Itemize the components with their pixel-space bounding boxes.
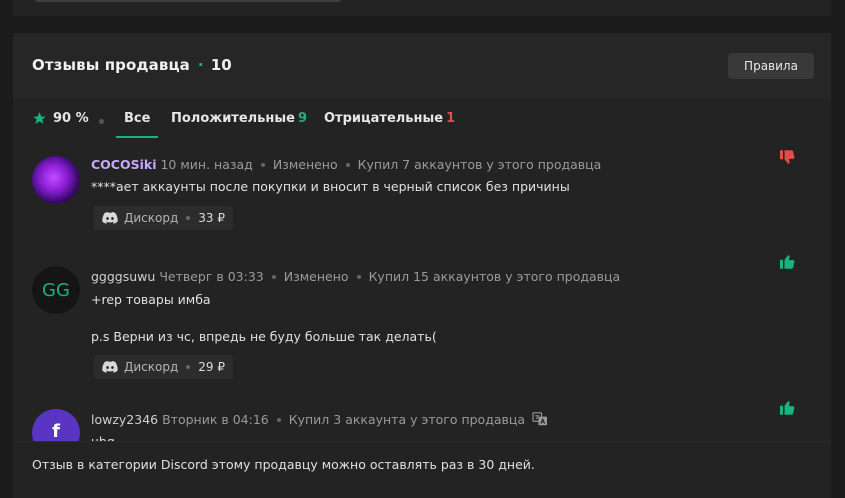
category-label: Дискорд: [124, 211, 179, 225]
review-limit-notice: Отзыв в категории Discord этому продавцу…: [13, 441, 831, 487]
review-purchase: Купил 15 аккаунтов у этого продавца: [368, 269, 621, 284]
tab-all-underline: [116, 136, 158, 138]
star-icon: [33, 112, 46, 124]
discord-icon: [102, 361, 118, 373]
meta-separator: [345, 162, 350, 167]
previous-section: [13, 0, 831, 16]
discord-icon: [102, 212, 118, 224]
tab-negative[interactable]: Отрицательные 1: [324, 111, 455, 126]
thumbs-down-icon: [780, 150, 795, 164]
reviews-title-text: Отзывы продавца: [32, 56, 190, 74]
category-price: 29 ₽: [198, 360, 225, 374]
review-time: Вторник в 04:16: [162, 412, 269, 427]
tab-positive[interactable]: Положительные 9: [171, 111, 307, 126]
review-username[interactable]: COCOSiki: [91, 157, 157, 172]
review-username[interactable]: lowzy2346: [91, 412, 158, 427]
avatar-letter: f: [52, 421, 60, 441]
notice-text: Отзыв в категории Discord этому продавцу…: [32, 457, 535, 472]
thumbs-up-icon: [780, 401, 795, 415]
reviews-header: Отзывы продавца · 10 Правила: [13, 33, 831, 99]
review-username[interactable]: ggggsuwu: [91, 269, 155, 284]
chip-separator: [186, 365, 191, 369]
reviews-list[interactable]: COCOSiki 10 мин. назад Изменено Купил 7 ак…: [13, 141, 831, 441]
meta-separator: [276, 417, 281, 422]
previous-section-bar: [35, 0, 341, 2]
meta-separator: [356, 274, 361, 279]
rating-separator: [99, 119, 104, 124]
tab-negative-label: Отрицательные: [324, 111, 444, 126]
tab-positive-count: 9: [297, 111, 308, 126]
category-price: 33 ₽: [198, 211, 225, 225]
review-time: Четверг в 03:33: [159, 269, 264, 284]
review-edited: Изменено: [283, 269, 349, 284]
avatar[interactable]: [32, 156, 80, 204]
meta-separator: [260, 162, 265, 167]
review-text: ubg: [91, 434, 115, 441]
review-text: p.s Верни из чс, впредь не буду больше т…: [91, 329, 437, 344]
reviews-title: Отзывы продавца · 10: [32, 56, 232, 74]
avatar[interactable]: GG: [32, 266, 80, 314]
review-meta: COCOSiki 10 мин. назад Изменено Купил 7 ак…: [91, 157, 601, 172]
review-time: 10 мин. назад: [160, 157, 253, 172]
review-text: +rep товары имба: [91, 292, 211, 307]
reviews-tabs: 90 % Все Положительные 9 Отрицательные 1: [13, 99, 831, 141]
category-label: Дискорд: [124, 360, 179, 374]
meta-separator: [271, 274, 276, 279]
seller-reviews-panel: Отзывы продавца · 10 Правила 90 % Все Поло…: [13, 33, 831, 498]
reviews-count: 10: [210, 56, 232, 74]
tab-all[interactable]: Все: [124, 111, 150, 126]
chip-separator: [186, 216, 191, 220]
rating-summary: 90 %: [32, 111, 89, 126]
translate-icon[interactable]: [532, 412, 548, 426]
review-edited: Изменено: [272, 157, 338, 172]
avatar[interactable]: f: [32, 409, 80, 441]
category-chip[interactable]: Дискорд 29 ₽: [94, 355, 233, 379]
tab-positive-label: Положительные: [171, 111, 295, 126]
rating-value: 90 %: [53, 111, 89, 126]
review-text: ****ает аккаунты после покупки и вносит …: [91, 179, 570, 194]
category-chip[interactable]: Дискорд 33 ₽: [94, 206, 233, 230]
review-purchase: Купил 7 аккаунтов у этого продавца: [357, 157, 602, 172]
rules-button[interactable]: Правила: [728, 53, 814, 79]
tab-negative-count: 1: [446, 111, 456, 126]
review-meta: lowzy2346 Вторник в 04:16 Купил 3 аккаунт…: [91, 412, 548, 427]
review-meta: ggggsuwu Четверг в 03:33 Изменено Купил 15…: [91, 269, 620, 284]
thumbs-up-icon: [780, 255, 795, 269]
review-purchase: Купил 3 аккаунта у этого продавца: [288, 412, 526, 427]
title-separator: ·: [197, 56, 204, 74]
